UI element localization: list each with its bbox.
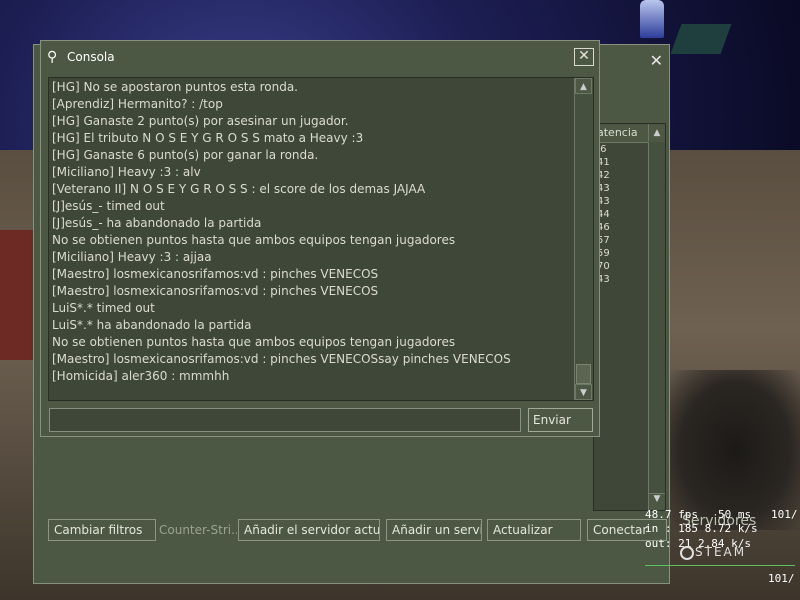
console-log-line: [Aprendiz] Hermanito? : /top: [52, 97, 223, 111]
game-character: [640, 0, 664, 38]
console-log-line: [HG] El tributo N O S E Y G R O S S mato…: [52, 131, 364, 145]
game-filter-label: Counter-Stri...: [159, 523, 237, 537]
close-button[interactable]: ✕: [574, 48, 594, 66]
refresh-button[interactable]: Actualizar: [487, 519, 581, 541]
steam-logo-icon: [680, 546, 694, 560]
console-log-line: [Maestro] losmexicanosrifamos:vd : pinch…: [52, 284, 379, 298]
scroll-up-icon[interactable]: ▲: [575, 78, 592, 94]
console-log-line: [HG] Ganaste 2 punto(s) por asesinar un …: [52, 114, 349, 128]
console-log-line: [Miciliano] Heavy :3 : ajjaa: [52, 250, 212, 264]
console-log-line: No se obtienen puntos hasta que ambos eq…: [52, 335, 456, 349]
console-log-line: [J]esús_- timed out: [52, 199, 165, 213]
console-log-line: [Miciliano] Heavy :3 : alv: [52, 165, 201, 179]
rate-readout-top: 101/: [771, 508, 798, 521]
steam-icon: ⚲: [47, 49, 58, 65]
game-object: [670, 370, 800, 530]
send-button[interactable]: Enviar: [528, 408, 593, 432]
server-list-scrollbar[interactable]: ▼: [648, 142, 665, 510]
console-log-line: [HG] No se apostaron puntos esta ronda.: [52, 80, 298, 94]
console-log-line: [HG] Ganaste 6 punto(s) por ganar la ron…: [52, 148, 319, 162]
fps-readout: 48.7 fps: [645, 508, 698, 521]
console-log-line: [Homicida] aler360 : mmmhh: [52, 369, 230, 383]
console-log: [HG] No se apostaron puntos esta ronda. […: [48, 77, 594, 401]
console-log-line: LuiS*.* ha abandonado la partida: [52, 318, 252, 332]
rate-readout-bottom: 101/: [768, 572, 795, 585]
console-scrollbar[interactable]: ▲ ▼: [574, 78, 593, 400]
ms-readout: 50 ms: [718, 508, 752, 521]
console-log-line: [Maestro] losmexicanosrifamos:vd : pinch…: [52, 267, 379, 281]
in-readout: in : 185 8.72 k/s: [645, 522, 758, 535]
console-log-line: No se obtienen puntos hasta que ambos eq…: [52, 233, 456, 247]
console-title-bar[interactable]: ⚲ Consola ✕: [41, 41, 599, 73]
change-filters-button[interactable]: Cambiar filtros: [48, 519, 156, 541]
scroll-up-icon[interactable]: ▲: [648, 124, 665, 141]
console-log-line: [Maestro] losmexicanosrifamos:vd : pinch…: [52, 352, 511, 366]
console-log-line: LuiS*.* timed out: [52, 301, 155, 315]
close-icon[interactable]: ✕: [650, 51, 663, 70]
close-icon: ✕: [578, 48, 590, 64]
console-title: Consola: [67, 50, 115, 64]
game-object-dark: [670, 24, 732, 54]
scrollbar-thumb[interactable]: [576, 364, 591, 384]
console-log-line: [J]esús_- ha abandonado la partida: [52, 216, 262, 230]
console-log-lines: [HG] No se apostaron puntos esta ronda. […: [52, 79, 573, 385]
steam-label: STEAM: [695, 545, 747, 559]
latency-header[interactable]: atencia ▲: [594, 124, 665, 143]
add-server-button[interactable]: Añadir un servi...: [386, 519, 482, 541]
scroll-down-icon[interactable]: ▼: [575, 384, 592, 400]
latency-column: atencia ▲ .6 41 42 43 43 44 46 57 59 70 43 ▼: [593, 123, 666, 511]
console-window: ⚲ Consola ✕ [HG] No se apostaron puntos …: [40, 40, 600, 437]
console-input[interactable]: [49, 408, 521, 432]
net-graph-line: [645, 565, 795, 566]
console-log-line: [Veterano II] N O S E Y G R O S S : el s…: [52, 182, 426, 196]
add-current-server-button[interactable]: Añadir el servidor actua: [238, 519, 380, 541]
